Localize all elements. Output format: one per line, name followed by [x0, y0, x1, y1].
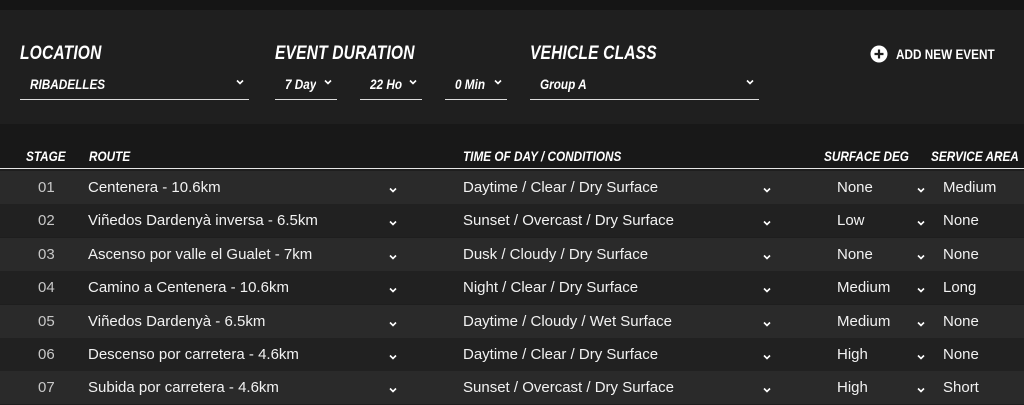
- surface-deg-select[interactable]: Medium: [837, 279, 890, 296]
- chevron-down-icon[interactable]: [762, 382, 772, 394]
- route-select[interactable]: Viñedos Dardenyà - 6.5km: [88, 313, 265, 330]
- service-area-select[interactable]: None: [943, 346, 979, 363]
- chevron-down-icon[interactable]: [916, 215, 926, 227]
- stage-number: 07: [38, 379, 55, 397]
- location-select[interactable]: RIBADELLES: [20, 72, 249, 100]
- chevron-down-icon[interactable]: [388, 282, 398, 293]
- route-select[interactable]: Camino a Centenera - 10.6km: [88, 279, 289, 296]
- conditions-select[interactable]: Daytime / Clear / Dry Surface: [463, 179, 658, 196]
- header-conditions: TIME OF DAY / CONDITIONS: [463, 148, 622, 164]
- surface-deg-select[interactable]: None: [837, 246, 873, 263]
- chevron-down-icon[interactable]: [762, 182, 772, 193]
- chevron-down-icon[interactable]: [916, 316, 926, 327]
- header-stage: STAGE: [26, 148, 66, 164]
- service-area-select[interactable]: Medium: [943, 179, 996, 196]
- stage-number: 04: [38, 279, 55, 297]
- duration-days-value: 7 Day: [285, 76, 317, 92]
- chevron-down-icon: [323, 77, 333, 87]
- chevron-down-icon[interactable]: [916, 182, 926, 193]
- chevron-down-icon[interactable]: [916, 349, 926, 360]
- duration-minutes-value: 0 Min: [455, 76, 486, 92]
- service-area-select[interactable]: None: [943, 246, 979, 263]
- duration-hours-select[interactable]: 22 Ho: [360, 72, 422, 100]
- location-value: RIBADELLES: [30, 76, 106, 92]
- plus-circle-icon: [870, 45, 888, 63]
- chevron-down-icon[interactable]: [388, 215, 398, 227]
- stage-number: 05: [38, 312, 55, 330]
- chevron-down-icon[interactable]: [762, 215, 772, 227]
- table-row: 03 Ascenso por valle el Gualet - 7km Dusk …: [0, 237, 1024, 271]
- chevron-down-icon: [408, 77, 418, 87]
- surface-deg-select[interactable]: High: [837, 379, 868, 396]
- event-filters: LOCATION RIBADELLES EVENT DURATION 7 Day…: [0, 10, 1024, 124]
- table-row: 02 Viñedos Dardenyà inversa - 6.5km Sunset…: [0, 204, 1024, 238]
- chevron-down-icon[interactable]: [388, 182, 398, 193]
- chevron-down-icon[interactable]: [388, 349, 398, 360]
- service-area-select[interactable]: None: [943, 313, 979, 330]
- chevron-down-icon[interactable]: [762, 249, 772, 260]
- chevron-down-icon: [745, 77, 755, 87]
- duration-minutes-select[interactable]: 0 Min: [445, 72, 507, 100]
- header-surface-deg: SURFACE DEG: [824, 148, 909, 164]
- header-route: ROUTE: [89, 148, 131, 164]
- event-duration-label: EVENT DURATION: [275, 43, 415, 64]
- add-new-event-label: ADD NEW EVENT: [896, 46, 995, 62]
- service-area-select[interactable]: Short: [943, 379, 979, 396]
- route-select[interactable]: Subida por carretera - 4.6km: [88, 379, 279, 396]
- chevron-down-icon: [493, 77, 503, 87]
- route-select[interactable]: Viñedos Dardenyà inversa - 6.5km: [88, 212, 318, 229]
- stages-table: STAGE ROUTE TIME OF DAY / CONDITIONS SUR…: [0, 124, 1024, 405]
- chevron-down-icon[interactable]: [762, 282, 772, 293]
- table-row: 04 Camino a Centenera - 10.6km Night / Cle…: [0, 271, 1024, 305]
- top-bar: [0, 0, 1024, 10]
- conditions-select[interactable]: Daytime / Clear / Dry Surface: [463, 346, 658, 363]
- conditions-select[interactable]: Night / Clear / Dry Surface: [463, 279, 638, 296]
- stage-number: 03: [38, 245, 55, 263]
- table-header: STAGE ROUTE TIME OF DAY / CONDITIONS SUR…: [0, 124, 1024, 169]
- table-row: 05 Viñedos Dardenyà - 6.5km Daytime / Clou…: [0, 304, 1024, 338]
- vehicle-class-label: VEHICLE CLASS: [530, 43, 657, 64]
- surface-deg-select[interactable]: Medium: [837, 313, 890, 330]
- conditions-select[interactable]: Sunset / Overcast / Dry Surface: [463, 212, 674, 229]
- chevron-down-icon[interactable]: [388, 382, 398, 394]
- stage-number: 02: [38, 212, 55, 230]
- chevron-down-icon[interactable]: [762, 349, 772, 360]
- table-row: 06 Descenso por carretera - 4.6km Daytime …: [0, 338, 1024, 371]
- chevron-down-icon: [235, 77, 245, 87]
- conditions-select[interactable]: Sunset / Overcast / Dry Surface: [463, 379, 674, 396]
- conditions-select[interactable]: Daytime / Cloudy / Wet Surface: [463, 313, 672, 330]
- service-area-select[interactable]: None: [943, 212, 979, 229]
- surface-deg-select[interactable]: None: [837, 179, 873, 196]
- surface-deg-select[interactable]: Low: [837, 212, 865, 229]
- chevron-down-icon[interactable]: [916, 249, 926, 260]
- duration-days-select[interactable]: 7 Day: [275, 72, 337, 100]
- add-new-event-button[interactable]: ADD NEW EVENT: [870, 44, 1013, 64]
- header-service-area: SERVICE AREA: [931, 148, 1019, 164]
- location-label: LOCATION: [20, 43, 102, 64]
- route-select[interactable]: Ascenso por valle el Gualet - 7km: [88, 246, 312, 263]
- route-select[interactable]: Centenera - 10.6km: [88, 179, 221, 196]
- stage-number: 06: [38, 346, 55, 363]
- route-select[interactable]: Descenso por carretera - 4.6km: [88, 346, 299, 363]
- stage-number: 01: [38, 179, 55, 196]
- service-area-select[interactable]: Long: [943, 279, 976, 296]
- surface-deg-select[interactable]: High: [837, 346, 868, 363]
- conditions-select[interactable]: Dusk / Cloudy / Dry Surface: [463, 246, 648, 263]
- vehicle-class-value: Group A: [540, 76, 587, 92]
- vehicle-class-select[interactable]: Group A: [530, 72, 759, 100]
- chevron-down-icon[interactable]: [916, 382, 926, 394]
- chevron-down-icon[interactable]: [916, 282, 926, 293]
- chevron-down-icon[interactable]: [388, 316, 398, 327]
- table-row: 07 Subida por carretera - 4.6km Sunset / O…: [0, 371, 1024, 405]
- chevron-down-icon[interactable]: [762, 316, 772, 327]
- chevron-down-icon[interactable]: [388, 249, 398, 260]
- duration-hours-value: 22 Ho: [370, 76, 403, 92]
- table-row: 01 Centenera - 10.6km Daytime / Clear / Dr…: [0, 171, 1024, 204]
